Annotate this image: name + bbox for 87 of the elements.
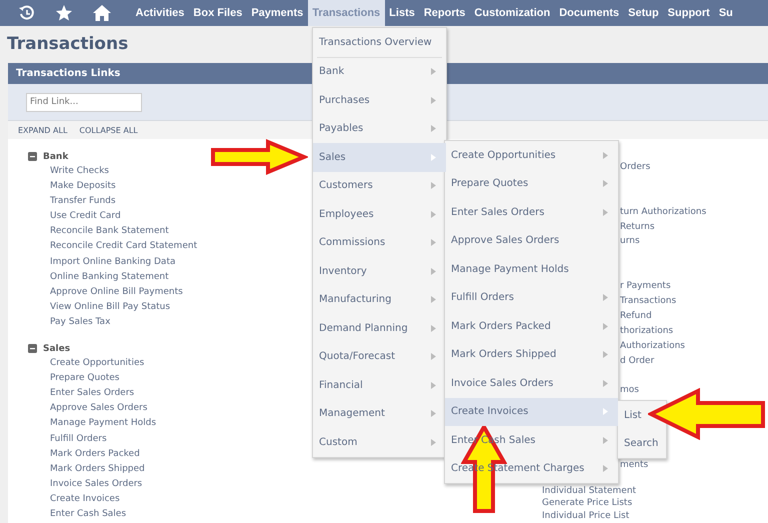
menu-item[interactable]: Mark Orders Shipped bbox=[445, 340, 618, 369]
menu-item[interactable]: Demand Planning bbox=[313, 314, 446, 342]
transaction-link[interactable]: urns bbox=[620, 234, 640, 250]
transaction-link[interactable]: Returns bbox=[620, 220, 655, 234]
nav-tab[interactable]: Payments bbox=[246, 0, 308, 26]
transaction-link[interactable]: Authorizations bbox=[620, 338, 685, 354]
transaction-link[interactable]: Use Credit Card bbox=[50, 209, 121, 224]
menu-item[interactable]: List bbox=[618, 401, 666, 430]
home-icon[interactable] bbox=[92, 4, 112, 22]
transaction-link[interactable]: Online Banking Statement bbox=[50, 270, 169, 285]
menu-item[interactable]: Create Opportunities bbox=[445, 141, 618, 170]
collapse-icon[interactable] bbox=[28, 344, 37, 354]
menu-item[interactable]: Purchases bbox=[313, 86, 446, 114]
nav-tab[interactable]: Su bbox=[714, 0, 738, 26]
menu-item[interactable]: Custom bbox=[313, 428, 446, 456]
menu-item[interactable]: Management bbox=[313, 400, 446, 428]
page-title: Transactions bbox=[6, 33, 128, 56]
transaction-link[interactable]: Write Checks bbox=[50, 164, 109, 180]
menu-item[interactable]: Sales bbox=[313, 143, 446, 172]
nav-tab[interactable]: Reports bbox=[419, 0, 470, 26]
transaction-link[interactable]: Enter Cash Sales bbox=[50, 506, 126, 522]
find-link-field[interactable]: Find Link... bbox=[26, 92, 142, 112]
transaction-link[interactable]: Create Invoices bbox=[50, 492, 120, 507]
menu-item[interactable]: Commissions bbox=[313, 228, 446, 257]
transaction-link[interactable]: Refund bbox=[620, 308, 652, 324]
transaction-link[interactable]: Mark Orders Packed bbox=[50, 446, 140, 462]
menu-item[interactable]: Inventory bbox=[313, 257, 446, 286]
menu-item[interactable]: Approve Sales Orders bbox=[445, 226, 618, 255]
menu-item[interactable]: Prepare Quotes bbox=[445, 170, 618, 198]
transaction-link[interactable]: turn Authorizations bbox=[620, 204, 706, 220]
transaction-link[interactable]: Pay Sales Tax bbox=[50, 314, 110, 330]
menu-item[interactable]: Payables bbox=[313, 114, 446, 143]
transaction-link[interactable]: Individual Price List bbox=[542, 510, 630, 522]
transaction-link[interactable]: Make Deposits bbox=[50, 179, 116, 194]
transaction-link[interactable]: Fulfill Orders bbox=[50, 432, 107, 447]
menu-item[interactable]: Transactions Overview bbox=[313, 28, 446, 56]
nav-tab[interactable]: Setup bbox=[624, 0, 664, 26]
transaction-link[interactable]: Orders bbox=[620, 160, 650, 175]
nav-tab[interactable]: Customization bbox=[470, 0, 555, 26]
menu-item[interactable]: Manufacturing bbox=[313, 286, 446, 314]
transaction-link[interactable]: Reconcile Bank Statement bbox=[50, 224, 169, 240]
menu-item[interactable]: Fulfill Orders bbox=[445, 284, 618, 312]
menu-item[interactable]: Search bbox=[618, 430, 666, 458]
transaction-link[interactable]: Prepare Quotes bbox=[50, 371, 120, 386]
transaction-link[interactable]: Approve Online Bill Payments bbox=[50, 284, 183, 300]
menu-item[interactable]: Mark Orders Packed bbox=[445, 312, 618, 340]
panel-title: Transactions Links bbox=[16, 68, 120, 79]
transaction-link[interactable]: Import Online Banking Data bbox=[50, 254, 176, 270]
nav-tab[interactable]: Lists bbox=[384, 0, 420, 26]
transaction-link[interactable]: Create Opportunities bbox=[50, 356, 144, 372]
collapse-icon[interactable] bbox=[28, 152, 37, 161]
transaction-link[interactable]: Approve Sales Orders bbox=[50, 401, 148, 416]
star-icon[interactable] bbox=[55, 4, 73, 22]
transaction-link[interactable]: Enter Sales Orders bbox=[50, 386, 134, 402]
menu-item[interactable]: Create Invoices bbox=[445, 398, 618, 426]
transaction-link[interactable]: Invoice Sales Orders bbox=[50, 476, 142, 492]
menu-item[interactable]: Enter Sales Orders bbox=[445, 198, 618, 226]
nav-tab[interactable]: Activities bbox=[131, 0, 189, 26]
menu-item[interactable]: Customers bbox=[313, 172, 446, 200]
transaction-link[interactable]: mos bbox=[620, 383, 639, 398]
nav-tab[interactable]: Documents bbox=[554, 0, 624, 26]
nav-tab[interactable]: Support bbox=[663, 0, 714, 26]
transaction-link[interactable]: d Order bbox=[620, 354, 654, 368]
transaction-link[interactable]: Reconcile Credit Card Statement bbox=[50, 239, 198, 255]
menu-item[interactable]: Employees bbox=[313, 200, 446, 228]
section-title: Sales bbox=[43, 344, 70, 354]
menu-item[interactable]: Manage Payment Holds bbox=[445, 255, 618, 284]
nav-tab[interactable]: Transactions bbox=[308, 0, 385, 26]
transaction-link[interactable]: thorizations bbox=[620, 324, 674, 339]
transaction-link[interactable]: Individual Statement bbox=[542, 484, 636, 498]
transaction-link[interactable]: Transfer Funds bbox=[50, 194, 116, 210]
transaction-link[interactable]: Mark Orders Shipped bbox=[50, 462, 145, 477]
history-icon[interactable] bbox=[18, 4, 36, 22]
transaction-link[interactable]: Manage Payment Holds bbox=[50, 416, 156, 432]
transaction-link[interactable]: r Payments bbox=[620, 279, 671, 294]
expand-collapse-link[interactable]: EXPAND ALL bbox=[18, 126, 68, 134]
transaction-link[interactable]: View Online Bill Pay Status bbox=[50, 300, 170, 315]
menu-item[interactable]: Quota/Forecast bbox=[313, 342, 446, 371]
transaction-link[interactable]: Generate Price Lists bbox=[542, 497, 632, 510]
menu-item[interactable]: Financial bbox=[313, 371, 446, 400]
nav-tab[interactable]: Box Files bbox=[188, 0, 247, 26]
expand-collapse-link[interactable]: COLLAPSE ALL bbox=[79, 126, 138, 134]
menu-item[interactable]: Bank bbox=[313, 58, 446, 86]
section-title: Bank bbox=[43, 152, 68, 162]
transaction-link[interactable]: Transactions bbox=[620, 294, 676, 309]
transaction-link[interactable]: ments bbox=[620, 458, 648, 473]
menu-item[interactable]: Invoice Sales Orders bbox=[445, 369, 618, 398]
